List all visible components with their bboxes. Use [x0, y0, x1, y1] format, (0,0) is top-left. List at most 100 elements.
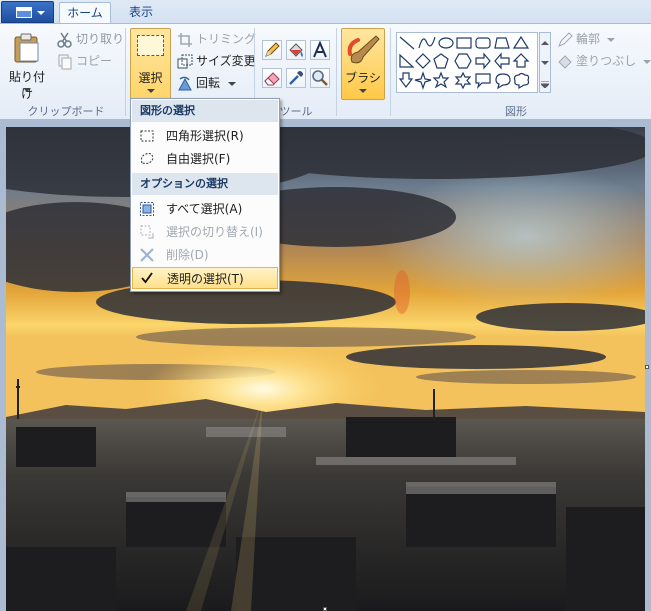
cloud-callout-shape-icon: [513, 72, 530, 90]
text-button[interactable]: [310, 40, 330, 60]
eraser-icon: [264, 72, 280, 86]
crop-button[interactable]: トリミング: [177, 30, 256, 48]
resize-button[interactable]: サイズ変更: [177, 52, 256, 70]
line-shape-icon: [399, 36, 415, 50]
menu-item-free-select[interactable]: 自由選択(F): [132, 148, 278, 170]
chevron-down-icon: [37, 11, 45, 15]
brush-icon: [347, 35, 380, 64]
brush-button[interactable]: ブラシ: [341, 28, 385, 100]
paste-label: 貼り付け: [8, 70, 45, 101]
copy-label: コピー: [76, 54, 113, 68]
eraser-button[interactable]: [262, 68, 282, 88]
rotate-button[interactable]: 回転: [177, 74, 236, 92]
canvas-image[interactable]: [6, 127, 645, 611]
file-menu-icon: [16, 7, 32, 18]
outline-button[interactable]: 輪郭: [557, 30, 615, 48]
polygon-shape-icon: [494, 37, 510, 49]
resize-handle-right[interactable]: [645, 365, 649, 369]
expand-gallery-icon: [541, 81, 549, 88]
tab-bar: ホーム 表示: [0, 0, 651, 24]
menu-item-label: 透明の選択(T): [167, 272, 244, 286]
shapes-scrollbar[interactable]: [539, 32, 551, 93]
pentagon-shape-icon: [433, 53, 449, 69]
color-picker-icon: [289, 71, 303, 85]
paste-icon: [14, 33, 39, 63]
ribbon: 貼り付け 切り取り コピー クリップボード 選択 トリミング サイズ変更 回転: [0, 23, 651, 120]
copy-icon: [58, 54, 72, 69]
menu-item-rect-select[interactable]: 四角形選択(R): [132, 125, 278, 147]
chevron-down-icon: [147, 89, 155, 93]
up-arrow-shape-icon: [512, 53, 530, 68]
option-selection-header: オプションの選択: [132, 173, 278, 195]
triangle-shape-icon: [512, 35, 530, 49]
select-rect-icon: [137, 35, 164, 56]
rotate-label: 回転: [196, 76, 221, 90]
right-arrow-shape-icon: [475, 52, 491, 70]
text-icon: [313, 40, 327, 58]
resize-handle-bottom[interactable]: [323, 607, 327, 611]
menu-item-select-all[interactable]: すべて選択(A): [132, 198, 278, 220]
tab-home[interactable]: ホーム: [59, 2, 111, 24]
menu-item-transparent-select[interactable]: 透明の選択(T): [132, 267, 278, 289]
menu-item-label: 四角形選択(R): [166, 129, 244, 143]
chevron-down-icon: [227, 82, 236, 86]
fill-bucket-icon: [558, 54, 572, 69]
divider: [125, 28, 126, 116]
tab-view[interactable]: 表示: [118, 2, 164, 24]
select-dropdown-menu: 図形の選択 四角形選択(R) 自由選択(F) オプションの選択 すべて選択(A)…: [130, 98, 280, 292]
rectangle-shape-icon: [456, 37, 472, 49]
divider: [336, 28, 337, 116]
rounded-rect-shape-icon: [475, 37, 491, 49]
magnifier-button[interactable]: [310, 68, 330, 88]
curve-shape-icon: [418, 36, 436, 49]
six-point-star-shape-icon: [454, 71, 472, 90]
down-arrow-shape-icon: [398, 72, 414, 88]
outline-icon: [558, 31, 573, 47]
shapes-gallery[interactable]: [396, 32, 538, 93]
shape-selection-header: 図形の選択: [132, 100, 278, 122]
four-point-star-shape-icon: [414, 71, 432, 90]
chevron-down-icon: [359, 89, 367, 93]
clipboard-group-label: クリップボード: [27, 105, 105, 118]
pencil-icon: [265, 42, 280, 57]
left-arrow-shape-icon: [494, 52, 510, 70]
crop-icon: [178, 32, 192, 47]
rect-callout-shape-icon: [475, 73, 491, 89]
fill-style-button[interactable]: 塗りつぶし: [557, 52, 651, 70]
color-picker-button[interactable]: [286, 68, 306, 88]
select-rect-icon: [140, 130, 154, 142]
right-triangle-shape-icon: [399, 53, 415, 68]
menu-item-label: 選択の切り替え(I): [166, 225, 263, 239]
copy-button[interactable]: コピー: [57, 52, 112, 70]
menu-item-invert-select[interactable]: 選択の切り替え(I): [132, 221, 278, 243]
menu-item-label: すべて選択(A): [166, 202, 243, 216]
fill-style-label: 塗りつぶし: [576, 54, 637, 68]
scissors-icon: [57, 32, 72, 48]
fill-button[interactable]: [286, 40, 306, 60]
rotate-icon: [178, 76, 192, 90]
chevron-up-icon: [541, 41, 549, 45]
paste-button[interactable]: 貼り付け: [4, 28, 50, 101]
hexagon-shape-icon: [454, 53, 472, 69]
resize-icon: [177, 54, 193, 68]
menu-item-delete[interactable]: 削除(D): [132, 244, 278, 266]
magnifier-icon: [312, 70, 328, 86]
five-point-star-shape-icon: [432, 71, 450, 89]
shapes-group-label: 図形: [505, 105, 527, 118]
checkmark-icon: [141, 272, 153, 284]
menu-item-label: 自由選択(F): [166, 152, 231, 166]
invert-select-icon: [140, 225, 154, 239]
cut-button[interactable]: 切り取り: [57, 30, 124, 48]
oval-callout-shape-icon: [495, 73, 511, 90]
chevron-down-icon: [606, 38, 615, 42]
pencil-button[interactable]: [262, 40, 282, 60]
select-button[interactable]: 選択: [130, 28, 171, 100]
canvas-area[interactable]: [0, 121, 651, 611]
file-menu-button[interactable]: [1, 1, 54, 23]
chevron-down-icon: [642, 60, 651, 64]
resize-label: サイズ変更: [196, 54, 256, 68]
crop-label: トリミング: [196, 32, 257, 46]
select-label: 選択: [138, 71, 163, 85]
chevron-down-icon: [23, 88, 31, 92]
cut-label: 切り取り: [76, 32, 125, 46]
